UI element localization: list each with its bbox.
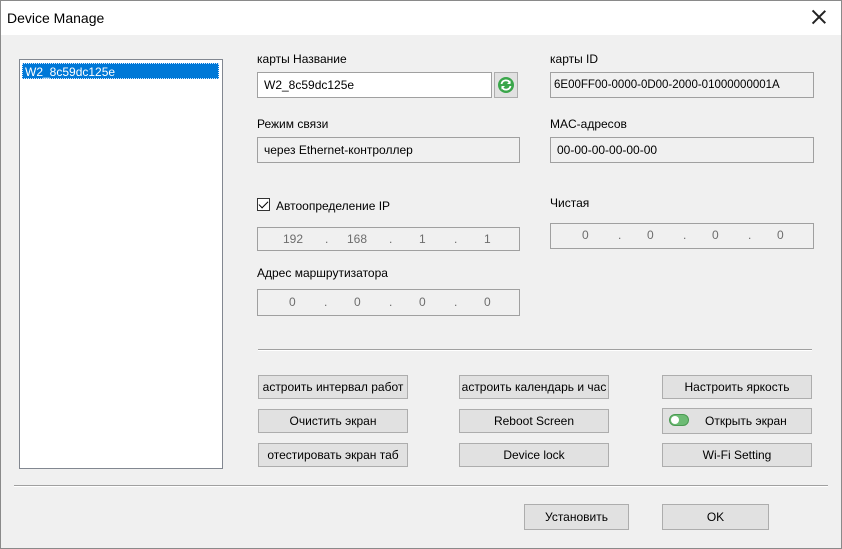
open-screen-button[interactable]: Открыть экран bbox=[662, 408, 812, 434]
ip-octet: 0 bbox=[289, 295, 296, 309]
card-name-label: карты Название bbox=[257, 52, 347, 66]
comm-mode-field: через Ethernet-контроллер bbox=[257, 137, 520, 163]
ip-dot: . bbox=[324, 295, 328, 309]
ip-dot: . bbox=[454, 232, 458, 246]
bottom-divider bbox=[14, 485, 828, 487]
ip-octet: 168 bbox=[347, 232, 368, 246]
brightness-button[interactable]: Настроить яркость bbox=[662, 375, 812, 399]
ip-octet: 0 bbox=[712, 228, 719, 242]
wifi-setting-button[interactable]: Wi-Fi Setting bbox=[662, 443, 812, 467]
ip-dot: . bbox=[683, 228, 687, 242]
device-list[interactable]: W2_8c59dc125e bbox=[19, 59, 223, 469]
clear-label: Чистая bbox=[550, 196, 590, 210]
ip-octet: 0 bbox=[419, 295, 426, 309]
comm-mode-label: Режим связи bbox=[257, 117, 329, 131]
card-id-label: карты ID bbox=[550, 52, 599, 66]
calendar-button[interactable]: астроить календарь и час bbox=[459, 375, 609, 399]
divider bbox=[258, 349, 812, 351]
mac-field: 00-00-00-00-00-00 bbox=[550, 137, 814, 163]
title-bar: Device Manage bbox=[1, 1, 841, 35]
ip-dot: . bbox=[748, 228, 752, 242]
ip-dot: . bbox=[325, 232, 329, 246]
auto-ip-checkbox[interactable] bbox=[257, 198, 270, 211]
ip-dot: . bbox=[389, 295, 393, 309]
device-list-item[interactable]: W2_8c59dc125e bbox=[22, 63, 219, 79]
clear-ip-field[interactable]: 0 . 0 . 0 . 0 bbox=[550, 223, 814, 249]
ip-address-field[interactable]: 192 . 168 . 1 . 1 bbox=[257, 227, 520, 251]
refresh-button[interactable] bbox=[494, 72, 518, 98]
ip-octet: 0 bbox=[777, 228, 784, 242]
ip-octet: 0 bbox=[484, 295, 491, 309]
card-id-field: 6E00FF00-0000-0D00-2000-01000000001A bbox=[550, 72, 814, 98]
ip-octet: 0 bbox=[647, 228, 654, 242]
ip-dot: . bbox=[389, 232, 393, 246]
router-ip-field[interactable]: 0 . 0 . 0 . 0 bbox=[257, 289, 520, 316]
clear-screen-button[interactable]: Очистить экран bbox=[258, 409, 408, 433]
mac-label: MAC-адресов bbox=[550, 117, 627, 131]
ip-octet: 0 bbox=[582, 228, 589, 242]
ip-dot: . bbox=[454, 295, 458, 309]
auto-ip-label: Автоопределение IP bbox=[276, 199, 391, 213]
test-screen-button[interactable]: отестировать экран таб bbox=[258, 443, 408, 467]
router-label: Адрес маршрутизатора bbox=[257, 266, 388, 280]
refresh-icon bbox=[498, 77, 514, 93]
window-title: Device Manage bbox=[7, 10, 105, 26]
toggle-on-icon bbox=[669, 414, 689, 426]
ip-octet: 1 bbox=[484, 232, 491, 246]
ip-octet: 1 bbox=[419, 232, 426, 246]
device-lock-button[interactable]: Device lock bbox=[459, 443, 609, 467]
open-screen-label: Открыть экран bbox=[705, 414, 787, 428]
close-icon[interactable] bbox=[809, 7, 829, 27]
ip-octet: 192 bbox=[283, 232, 304, 246]
card-name-input[interactable]: W2_8c59dc125e bbox=[257, 72, 492, 98]
ip-octet: 0 bbox=[354, 295, 361, 309]
ok-button[interactable]: OK bbox=[662, 504, 769, 530]
install-button[interactable]: Установить bbox=[524, 504, 629, 530]
interval-button[interactable]: астроить интервал работ bbox=[258, 375, 408, 399]
ip-dot: . bbox=[618, 228, 622, 242]
reboot-screen-button[interactable]: Reboot Screen bbox=[459, 409, 609, 433]
